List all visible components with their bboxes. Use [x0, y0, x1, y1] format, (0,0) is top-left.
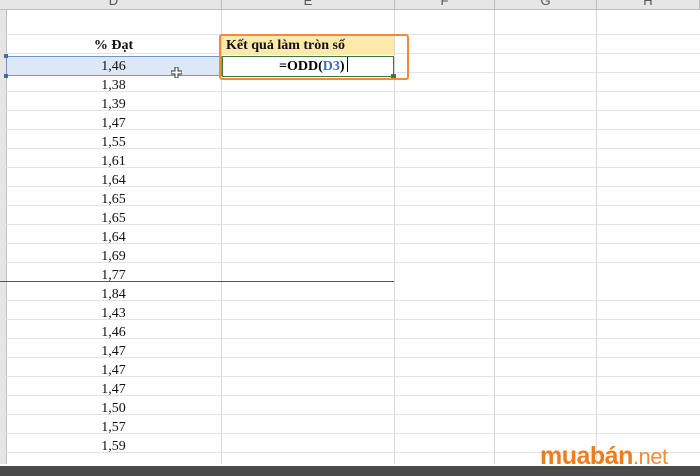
value-cell[interactable]: 1,77	[6, 266, 221, 285]
value-cell[interactable]: 1,50	[6, 399, 221, 418]
value-cell[interactable]: 1,61	[6, 152, 221, 171]
column-header-e[interactable]: E	[222, 0, 395, 9]
value-cell[interactable]: 1,43	[6, 304, 221, 323]
value-cell[interactable]: 1,64	[6, 171, 221, 190]
highlight-box	[219, 34, 409, 80]
value-cell[interactable]: 1,38	[6, 76, 221, 95]
value-cell[interactable]: 1,64	[6, 228, 221, 247]
value-cell[interactable]: 1,47	[6, 380, 221, 399]
value-cell[interactable]: 1,46	[6, 323, 221, 342]
value-cell[interactable]: 1,69	[6, 247, 221, 266]
watermark-logo: muabán.net	[540, 441, 668, 471]
value-cell[interactable]: 1,47	[6, 342, 221, 361]
header-cell-percent[interactable]: % Đạt	[6, 36, 221, 55]
column-header-f[interactable]: F	[395, 0, 495, 9]
value-cell[interactable]: 1,46	[6, 57, 221, 76]
column-header-d[interactable]: D	[6, 0, 222, 9]
column-header-g[interactable]: G	[495, 0, 597, 9]
value-cell[interactable]: 1,65	[6, 209, 221, 228]
value-cell[interactable]: 1,47	[6, 361, 221, 380]
column-header-bar: D E F G H	[0, 0, 700, 10]
cell-cursor-icon	[171, 67, 182, 78]
value-cell[interactable]: 1,65	[6, 190, 221, 209]
watermark-text: muabán	[540, 442, 633, 470]
value-cell[interactable]: 1,84	[6, 285, 221, 304]
value-cell[interactable]: 1,55	[6, 133, 221, 152]
value-cell[interactable]: 1,57	[6, 418, 221, 437]
value-cell[interactable]: 1,47	[6, 114, 221, 133]
watermark-suffix: .net	[632, 444, 668, 469]
value-cell[interactable]: 1,39	[6, 95, 221, 114]
value-cell[interactable]: 1,59	[6, 437, 221, 456]
column-header-h[interactable]: H	[597, 0, 700, 9]
